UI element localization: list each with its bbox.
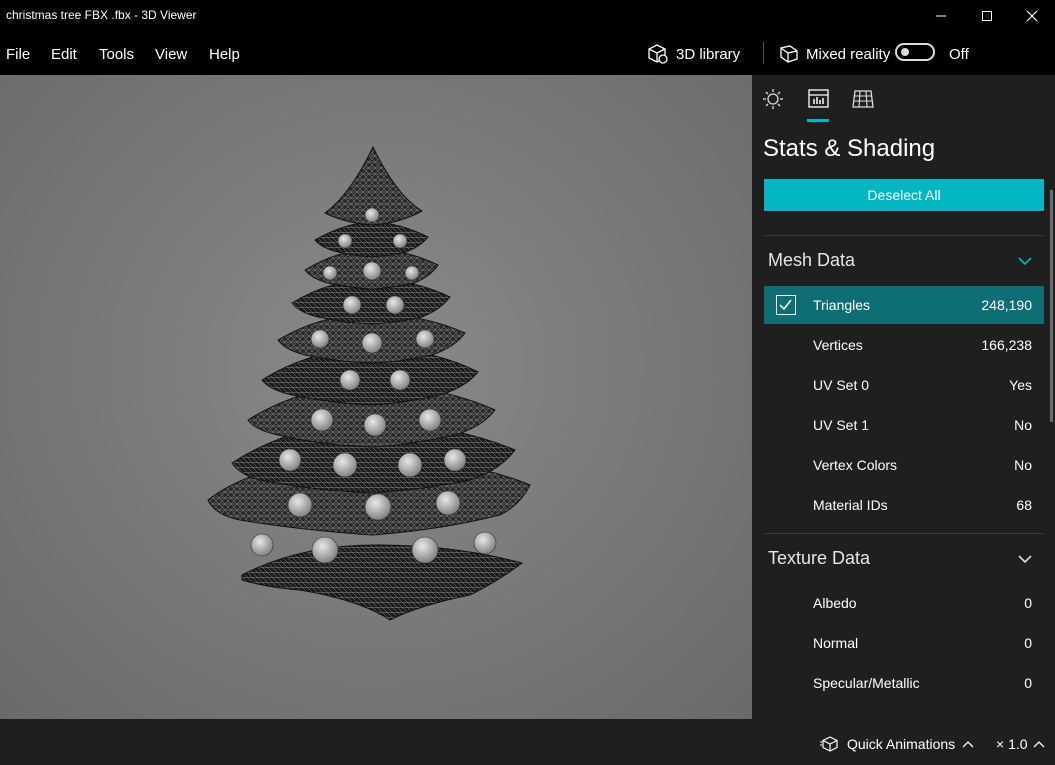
stat-label: UV Set 0 — [813, 377, 870, 393]
3d-library-button[interactable]: 3D library — [647, 43, 740, 65]
mixed-reality-button[interactable]: Mixed reality — [778, 43, 890, 65]
stat-label: Vertices — [813, 337, 863, 353]
stat-row-uv-set-0[interactable]: UV Set 0 Yes — [764, 366, 1044, 404]
deselect-all-button[interactable]: Deselect All — [764, 179, 1044, 211]
animation-cube-icon — [820, 736, 838, 752]
stats-shading-panel: Stats & Shading Deselect All Mesh Data T… — [752, 75, 1055, 719]
stat-value: No — [1014, 457, 1032, 473]
texture-data-header[interactable]: Texture Data — [768, 548, 870, 569]
stat-label: Normal — [813, 635, 859, 651]
mixed-reality-toggle[interactable] — [895, 43, 935, 61]
stat-label: Material IDs — [813, 497, 888, 513]
menu-view[interactable]: View — [155, 46, 187, 63]
stat-value: Yes — [1009, 377, 1032, 393]
minimize-icon — [936, 15, 946, 16]
toggle-knob — [901, 48, 909, 56]
menu-file[interactable]: File — [6, 46, 30, 63]
quick-animations-button[interactable]: Quick Animations — [820, 736, 975, 752]
stat-label: Albedo — [813, 595, 857, 611]
maximize-button[interactable] — [964, 0, 1010, 31]
divider — [764, 235, 1044, 236]
chevron-down-icon[interactable] — [1017, 256, 1033, 266]
status-bar: Quick Animations × 1.0 — [0, 719, 1055, 765]
chevron-up-icon — [1033, 741, 1044, 748]
quick-animations-label: Quick Animations — [847, 736, 956, 752]
stats-icon — [808, 89, 829, 108]
3d-viewport[interactable] — [0, 75, 752, 719]
stat-row-triangles[interactable]: Triangles 248,190 — [764, 286, 1044, 324]
stat-label: Triangles — [813, 297, 871, 313]
chevron-down-icon[interactable] — [1017, 554, 1033, 564]
divider — [764, 533, 1044, 534]
grid-icon — [852, 90, 874, 108]
stat-row-uv-set-1[interactable]: UV Set 1 No — [764, 406, 1044, 444]
tab-grid[interactable] — [851, 88, 875, 110]
3d-library-label: 3D library — [676, 45, 741, 63]
stat-label: UV Set 1 — [813, 417, 870, 433]
stat-value: 0 — [1024, 595, 1032, 611]
triangles-checkbox[interactable] — [776, 295, 796, 315]
title-bar: christmas tree FBX .fbx - 3D Viewer — [0, 0, 1055, 31]
lighting-icon — [763, 89, 783, 109]
menu-edit[interactable]: Edit — [51, 46, 77, 63]
stat-row-material-ids[interactable]: Material IDs 68 — [764, 486, 1044, 524]
cube-library-icon — [648, 44, 668, 64]
tab-lighting[interactable] — [762, 88, 786, 110]
close-button[interactable] — [1009, 0, 1055, 31]
menu-help[interactable]: Help — [209, 46, 240, 63]
menu-tools[interactable]: Tools — [99, 46, 134, 63]
stat-row-vertices[interactable]: Vertices 166,238 — [764, 326, 1044, 364]
stat-value: 248,190 — [981, 297, 1032, 313]
stat-value: 68 — [1016, 497, 1032, 513]
maximize-icon — [982, 10, 992, 21]
stat-row-albedo[interactable]: Albedo 0 — [764, 584, 1044, 622]
tab-stats[interactable] — [807, 88, 831, 110]
toggle-state-label: Off — [949, 46, 969, 63]
close-icon — [1026, 10, 1038, 21]
active-tab-indicator — [807, 119, 829, 122]
christmas-tree-model — [207, 145, 531, 621]
stat-row-specular-metallic[interactable]: Specular/Metallic 0 — [764, 664, 1044, 702]
window-title: christmas tree FBX .fbx - 3D Viewer — [6, 8, 197, 22]
stat-row-normal[interactable]: Normal 0 — [764, 624, 1044, 662]
checkmark-icon — [779, 299, 792, 311]
stat-label: Specular/Metallic — [813, 675, 920, 691]
stat-value: No — [1014, 417, 1032, 433]
panel-title: Stats & Shading — [763, 135, 936, 162]
speed-control[interactable]: × 1.0 — [996, 736, 1046, 752]
panel-scrollbar[interactable] — [1050, 190, 1053, 422]
mixed-reality-icon — [780, 45, 798, 63]
minimize-button[interactable] — [918, 0, 964, 31]
menu-divider — [763, 42, 764, 64]
speed-label: × 1.0 — [996, 736, 1028, 752]
mixed-reality-label: Mixed reality — [806, 45, 891, 63]
chevron-up-icon — [962, 741, 974, 748]
stat-value: 166,238 — [981, 337, 1032, 353]
stat-value: 0 — [1024, 675, 1032, 691]
stat-row-vertex-colors[interactable]: Vertex Colors No — [764, 446, 1044, 484]
stat-value: 0 — [1024, 635, 1032, 651]
stat-label: Vertex Colors — [813, 457, 898, 473]
mesh-data-header[interactable]: Mesh Data — [768, 250, 855, 271]
